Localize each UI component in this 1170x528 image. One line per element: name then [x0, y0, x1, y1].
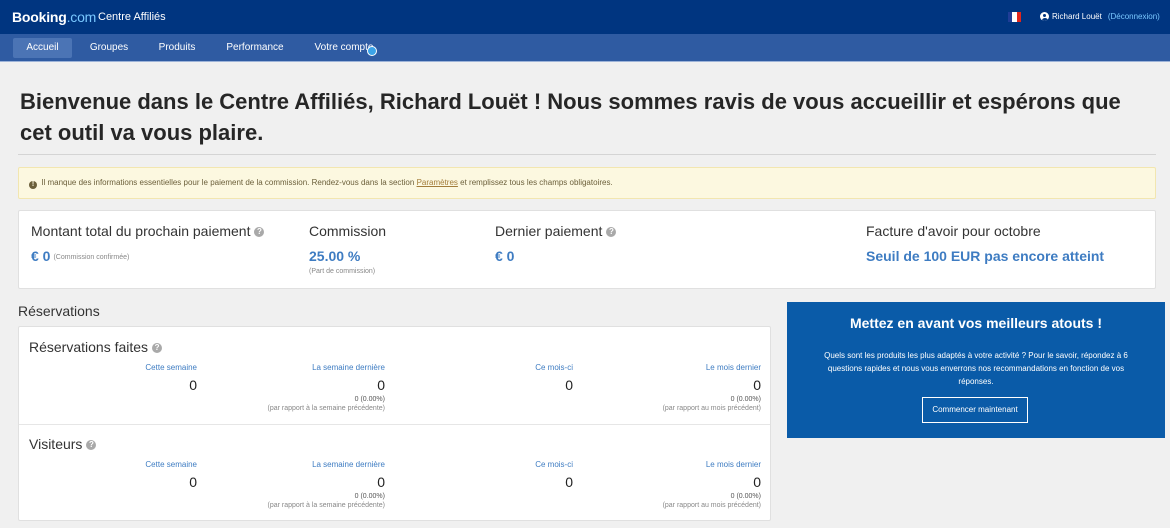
user-name: Richard Louët: [1052, 12, 1102, 21]
last-payment-value: € 0: [495, 248, 515, 264]
reservations-stats-card: Réservations faites? Cette semaine La se…: [18, 326, 771, 521]
bookings-this-month-value: 0: [565, 377, 573, 393]
divider: [18, 154, 1156, 155]
visitors-this-month-value: 0: [565, 474, 573, 490]
next-payment-value: € 0 (Commission confirmée): [31, 248, 129, 264]
next-payment-amount: € 0: [31, 248, 51, 264]
invoice-label: Facture d'avoir pour octobre: [866, 223, 1041, 239]
bookings-this-week-value: 0: [189, 377, 197, 393]
next-payment-label-text: Montant total du prochain paiement: [31, 223, 251, 239]
booking-logo[interactable]: Booking.com: [12, 9, 96, 25]
payment-summary-card: Montant total du prochain paiement? € 0(…: [18, 210, 1156, 289]
bookings-last-week-compare: (par rapport à la semaine précédente): [267, 405, 385, 412]
bookings-title: Réservations faites?: [29, 339, 163, 355]
last-payment-label: Dernier paiement?: [495, 223, 617, 239]
visitors-last-month-value: 0: [753, 474, 761, 490]
alert-text-after: et remplissez tous les champs obligatoir…: [460, 178, 613, 187]
alert-text-before: Il manque des informations essentielles …: [41, 178, 415, 187]
promo-panel: Mettez en avant vos meilleurs atouts ! Q…: [787, 302, 1165, 438]
bookings-title-text: Réservations faites: [29, 339, 149, 355]
col-head-this-month: Ce mois-ci: [535, 363, 573, 372]
bookings-last-month-delta: 0 (0.00%): [730, 396, 761, 403]
visitors-last-week-compare: (par rapport à la semaine précédente): [267, 502, 385, 509]
nav-tab-accueil[interactable]: Accueil: [13, 38, 72, 58]
last-payment-label-text: Dernier paiement: [495, 223, 603, 239]
notification-badge-icon: [367, 46, 377, 56]
page-title: Bienvenue dans le Centre Affiliés, Richa…: [20, 89, 1121, 145]
bookings-last-month-compare: (par rapport au mois précédent): [662, 405, 761, 412]
visitors-last-month-compare: (par rapport au mois précédent): [662, 502, 761, 509]
logo-suffix-text: .com: [66, 9, 97, 25]
top-header: Booking.com Centre Affiliés Richard Louë…: [0, 0, 1170, 34]
col-head-last-month: Le mois dernier: [705, 363, 761, 372]
app-title: Centre Affiliés: [98, 11, 166, 23]
user-circle-icon: [1040, 12, 1049, 21]
reservations-section-title: Réservations: [18, 303, 100, 319]
warning-alert: ! Il manque des informations essentielle…: [18, 167, 1156, 199]
help-icon[interactable]: ?: [152, 343, 163, 353]
parametres-link[interactable]: Paramètres: [417, 178, 458, 187]
visitors-title: Visiteurs?: [29, 436, 97, 452]
commission-label: Commission: [309, 223, 387, 239]
visitors-last-month-delta: 0 (0.00%): [730, 493, 761, 500]
help-icon[interactable]: ?: [606, 227, 617, 237]
col-head-last-week: La semaine dernière: [312, 460, 385, 469]
promo-title: Mettez en avant vos meilleurs atouts !: [849, 315, 1103, 331]
start-now-button[interactable]: Commencer maintenant: [922, 397, 1028, 423]
help-icon[interactable]: ?: [254, 227, 265, 237]
logo-main-text: Booking: [12, 9, 67, 25]
col-head-last-week: La semaine dernière: [312, 363, 385, 372]
visitors-last-week-value: 0: [377, 474, 385, 490]
help-icon[interactable]: ?: [86, 440, 97, 450]
next-payment-label: Montant total du prochain paiement?: [31, 223, 265, 239]
user-menu[interactable]: Richard Louët (Déconnexion): [1040, 12, 1160, 21]
exclamation-icon: !: [29, 181, 37, 189]
fr-flag-icon[interactable]: [1008, 12, 1021, 22]
col-head-this-week: Cette semaine: [145, 363, 197, 372]
nav-tab-performance[interactable]: Performance: [220, 38, 290, 58]
visitors-title-text: Visiteurs: [29, 436, 83, 452]
nav-tab-produits[interactable]: Produits: [150, 38, 204, 58]
col-head-this-week: Cette semaine: [145, 460, 197, 469]
promo-text: Quels sont les produits les plus adaptés…: [824, 351, 1128, 386]
next-payment-note: (Commission confirmée): [53, 254, 130, 261]
main-nav: Accueil Groupes Produits Performance Vot…: [0, 34, 1170, 62]
bookings-last-month-value: 0: [753, 377, 761, 393]
visitors-last-week-delta: 0 (0.00%): [354, 493, 385, 500]
visitors-this-week-value: 0: [189, 474, 197, 490]
nav-tab-groupes[interactable]: Groupes: [82, 38, 136, 58]
col-head-this-month: Ce mois-ci: [535, 460, 573, 469]
bookings-last-week-value: 0: [377, 377, 385, 393]
invoice-value[interactable]: Seuil de 100 EUR pas encore atteint: [866, 248, 1104, 264]
bookings-last-week-delta: 0 (0.00%): [354, 396, 385, 403]
col-head-last-month: Le mois dernier: [705, 460, 761, 469]
commission-value: 25.00 %: [309, 248, 361, 264]
divider: [19, 424, 770, 425]
logout-link[interactable]: (Déconnexion): [1108, 12, 1160, 21]
commission-sub: (Part de commission): [309, 268, 376, 275]
